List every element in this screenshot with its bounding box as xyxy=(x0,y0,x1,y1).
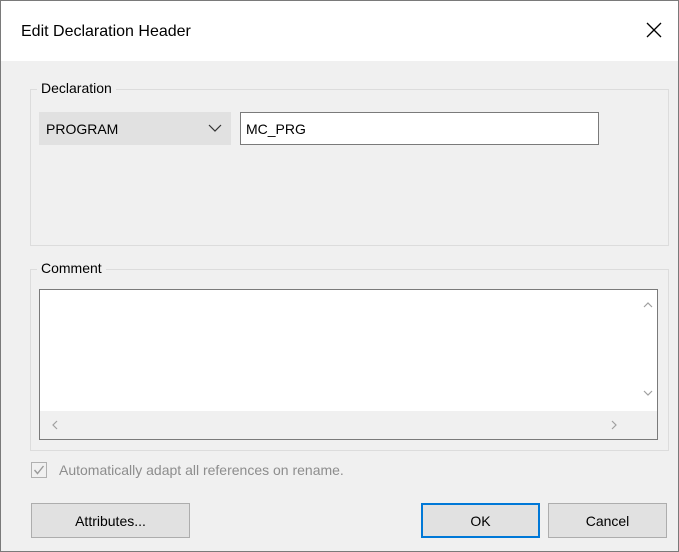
title-bar[interactable]: Edit Declaration Header xyxy=(1,1,678,61)
edit-declaration-header-dialog: Edit Declaration Header Declaration PROG… xyxy=(0,0,679,552)
scroll-up-icon[interactable] xyxy=(643,301,653,308)
chevron-down-icon xyxy=(208,124,222,132)
checkmark-icon xyxy=(33,465,45,475)
scroll-right-icon[interactable] xyxy=(611,420,618,430)
dialog-title: Edit Declaration Header xyxy=(21,23,191,40)
declaration-type-value: PROGRAM xyxy=(46,121,119,137)
ok-button[interactable]: OK xyxy=(421,503,540,538)
comment-box xyxy=(39,289,658,440)
cancel-button[interactable]: Cancel xyxy=(548,503,667,538)
scroll-down-icon[interactable] xyxy=(643,390,653,397)
scrollbar-corner xyxy=(639,411,657,439)
declaration-group-label: Declaration xyxy=(37,80,116,96)
comment-group-label: Comment xyxy=(37,260,106,276)
adapt-references-label: Automatically adapt all references on re… xyxy=(59,462,344,478)
adapt-references-checkbox[interactable] xyxy=(31,462,47,478)
horizontal-scrollbar[interactable] xyxy=(40,411,639,439)
close-icon xyxy=(646,22,662,38)
scroll-left-icon[interactable] xyxy=(51,420,58,430)
vertical-scrollbar[interactable] xyxy=(639,290,657,410)
comment-textarea[interactable] xyxy=(41,291,644,414)
close-button[interactable] xyxy=(632,1,678,61)
declaration-type-dropdown[interactable]: PROGRAM xyxy=(39,112,231,145)
declaration-name-input[interactable] xyxy=(240,112,599,145)
attributes-button[interactable]: Attributes... xyxy=(31,503,190,538)
